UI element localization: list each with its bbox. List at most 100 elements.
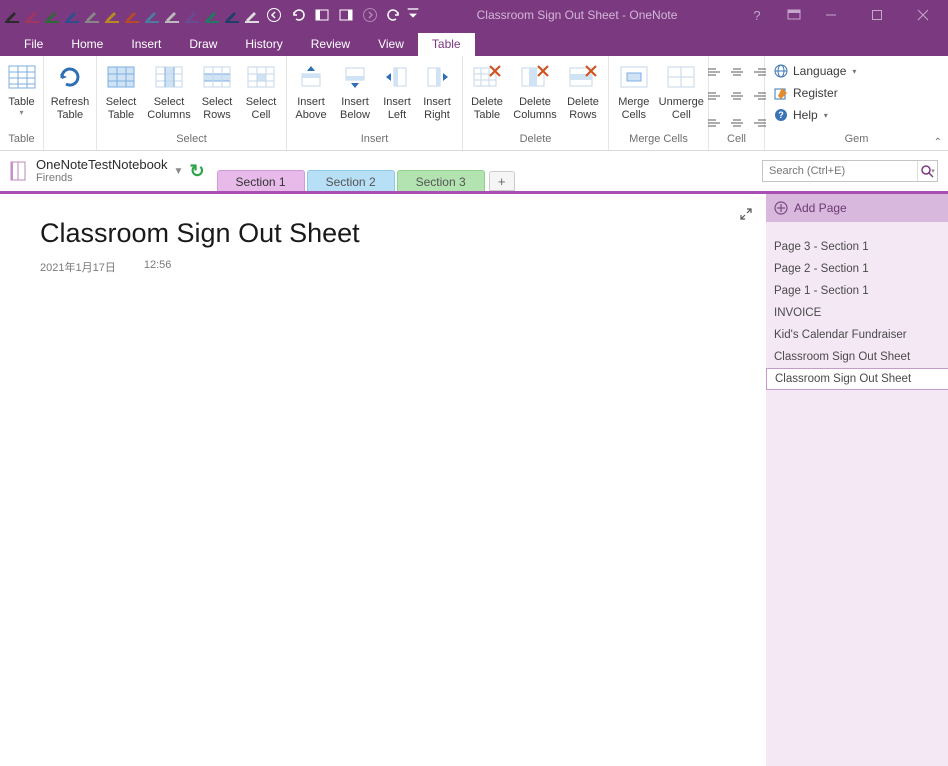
forward-disabled-icon (358, 3, 382, 27)
notebook-icon[interactable] (6, 158, 32, 184)
close-button[interactable] (900, 0, 946, 30)
language-button[interactable]: Language▾ (769, 60, 860, 82)
group-label: Cell (709, 133, 764, 150)
page-canvas[interactable]: Classroom Sign Out Sheet 2021年1月17日12:56 (0, 191, 766, 766)
page-list-item[interactable]: Page 3 - Section 1 (766, 236, 948, 258)
pen-swatch[interactable] (42, 4, 62, 26)
qat-customize-icon[interactable] (406, 3, 420, 27)
delete-rows-icon (567, 61, 599, 93)
globe-icon (773, 63, 789, 79)
pages-pane: Add Page Page 3 - Section 1Page 2 - Sect… (766, 191, 948, 766)
redo-button[interactable] (382, 3, 406, 27)
tab-view[interactable]: View (364, 33, 418, 56)
align-mid-center-button[interactable] (726, 85, 748, 107)
help-button[interactable]: ? Help▾ (769, 104, 860, 126)
select-rows-button[interactable]: SelectRows (195, 58, 239, 132)
tab-insert[interactable]: Insert (117, 33, 175, 56)
select-rows-icon (201, 61, 233, 93)
select-table-button[interactable]: SelectTable (99, 58, 143, 132)
maximize-button[interactable] (854, 0, 900, 30)
page-title[interactable]: Classroom Sign Out Sheet (40, 218, 766, 249)
quick-access-toolbar (2, 3, 420, 27)
align-top-center-button[interactable] (726, 62, 748, 84)
expand-icon[interactable] (740, 208, 752, 220)
delete-columns-icon (519, 61, 551, 93)
pen-swatch[interactable] (182, 4, 202, 26)
register-button[interactable]: Register (769, 82, 860, 104)
section-tab-3[interactable]: Section 3 (397, 170, 485, 192)
select-cell-button[interactable]: SelectCell (239, 58, 283, 132)
pencil-box-icon (773, 85, 789, 101)
pen-swatch[interactable] (162, 4, 182, 26)
merge-cells-button[interactable]: MergeCells (611, 58, 657, 132)
ribbon-display-options-icon[interactable] (780, 0, 808, 30)
select-table-icon (105, 61, 137, 93)
pen-swatch[interactable] (242, 4, 262, 26)
group-label: Insert (287, 133, 462, 150)
page-list: Page 3 - Section 1Page 2 - Section 1Page… (766, 222, 948, 390)
page-list-item[interactable]: Classroom Sign Out Sheet (766, 368, 948, 390)
sync-icon[interactable]: ↻ (189, 161, 204, 182)
pen-swatch[interactable] (62, 4, 82, 26)
delete-columns-button[interactable]: DeleteColumns (509, 58, 561, 132)
section-tab-2[interactable]: Section 2 (307, 170, 395, 192)
insert-below-button[interactable]: InsertBelow (333, 58, 377, 132)
add-page-button[interactable]: Add Page (766, 194, 948, 222)
page-list-item[interactable]: Page 1 - Section 1 (766, 280, 948, 302)
insert-left-button[interactable]: InsertLeft (377, 58, 417, 132)
merge-icon (618, 61, 650, 93)
align-bot-center-button[interactable] (726, 111, 748, 133)
select-columns-icon (153, 61, 185, 93)
unmerge-cell-button[interactable]: UnmergeCell (657, 58, 706, 132)
delete-table-icon (471, 61, 503, 93)
align-bot-left-button[interactable] (703, 111, 725, 133)
table-button[interactable]: Table ▾ (2, 58, 41, 132)
undo-button[interactable] (286, 3, 310, 27)
align-mid-left-button[interactable] (703, 85, 725, 107)
pen-swatch[interactable] (222, 4, 242, 26)
page-list-item[interactable]: INVOICE (766, 302, 948, 324)
notebook-name[interactable]: OneNoteTestNotebook Firends (36, 158, 168, 184)
tab-table[interactable]: Table (418, 33, 475, 56)
pen-swatch[interactable] (102, 4, 122, 26)
page-list-item[interactable]: Page 2 - Section 1 (766, 258, 948, 280)
tab-home[interactable]: Home (57, 33, 117, 56)
dock-left-icon[interactable] (310, 3, 334, 27)
search-box[interactable]: ▾ (762, 160, 938, 182)
pen-swatch[interactable] (202, 4, 222, 26)
svg-text:?: ? (778, 110, 784, 120)
align-top-left-button[interactable] (703, 62, 725, 84)
notebook-dropdown-icon[interactable]: ▼ (174, 166, 184, 177)
insert-right-button[interactable]: InsertRight (417, 58, 457, 132)
minimize-button[interactable] (808, 0, 854, 30)
help-button[interactable]: ? (734, 0, 780, 30)
insert-left-icon (381, 61, 413, 93)
pen-swatch[interactable] (2, 4, 22, 26)
page-list-item[interactable]: Kid's Calendar Fundraiser (766, 324, 948, 346)
tab-file[interactable]: File (10, 33, 57, 56)
pen-swatch[interactable] (122, 4, 142, 26)
pen-swatch[interactable] (22, 4, 42, 26)
ribbon: Table ▾ Table Refresh Table SelectTable … (0, 56, 948, 151)
delete-rows-button[interactable]: DeleteRows (561, 58, 605, 132)
pen-swatch[interactable] (82, 4, 102, 26)
collapse-ribbon-icon[interactable]: ⌃ (934, 137, 942, 148)
refresh-table-button[interactable]: Refresh Table (46, 58, 94, 132)
add-section-button[interactable]: + (489, 171, 515, 191)
group-label: Gem (765, 133, 948, 150)
delete-table-button[interactable]: DeleteTable (465, 58, 509, 132)
tab-review[interactable]: Review (297, 33, 364, 56)
back-button[interactable] (262, 3, 286, 27)
group-label: Table (0, 133, 43, 150)
group-label: Merge Cells (609, 133, 708, 150)
tab-draw[interactable]: Draw (175, 33, 231, 56)
section-tab-1[interactable]: Section 1 (217, 170, 305, 192)
page-list-item[interactable]: Classroom Sign Out Sheet (766, 346, 948, 368)
search-input[interactable] (763, 165, 917, 177)
insert-above-button[interactable]: InsertAbove (289, 58, 333, 132)
search-icon[interactable]: ▾ (917, 161, 937, 181)
tab-history[interactable]: History (231, 33, 296, 56)
select-columns-button[interactable]: SelectColumns (143, 58, 195, 132)
pen-swatch[interactable] (142, 4, 162, 26)
dock-right-icon[interactable] (334, 3, 358, 27)
